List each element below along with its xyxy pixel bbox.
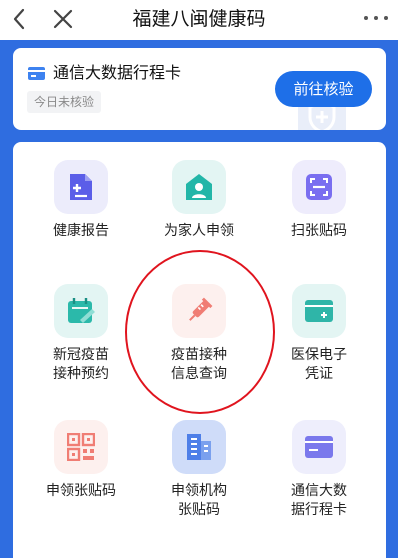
nav-bar: 福建八闽健康码 [0,0,398,40]
highlight-circle-annotation [125,250,275,414]
service-vaccine-appointment[interactable]: 新冠疫苗 接种预约 [21,284,141,384]
health-report-icon [70,174,92,200]
service-health-report[interactable]: 健康报告 [21,160,141,241]
service-label: 申领机构 张贴码 [171,483,227,518]
service-label: 通信大数 据行程卡 [291,483,347,518]
vaccine-appointment-icon [68,298,95,323]
qr-code-icon [67,433,95,461]
service-trip-card[interactable]: 通信大数 据行程卡 [259,420,379,520]
service-label: 新冠疫苗 接种预约 [53,347,109,382]
medical-card-icon [305,300,333,322]
trip-card-icon [305,436,333,458]
service-label: 医保电子 凭证 [291,347,347,382]
more-dot-icon [374,16,378,20]
service-apply-poster-code[interactable]: 申领张贴码 [21,420,141,501]
service-label: 扫张贴码 [291,223,347,239]
trip-card-panel: 通信大数据行程卡 今日未核验 前往核验 [13,48,386,130]
family-apply-icon [186,174,212,200]
close-icon [53,9,73,29]
more-dot-icon [384,16,388,20]
chevron-left-icon [13,8,25,30]
back-button[interactable] [8,4,30,34]
service-medical-insurance[interactable]: 医保电子 凭证 [259,284,379,384]
scan-code-icon [306,174,332,200]
service-label: 申领张贴码 [46,483,116,499]
trip-card-title: 通信大数据行程卡 [53,63,182,82]
service-scan-code[interactable]: 扫张贴码 [259,160,379,241]
close-button[interactable] [50,4,76,34]
more-button[interactable] [364,10,388,26]
verify-button[interactable]: 前往核验 [275,71,372,107]
service-label: 健康报告 [53,223,109,239]
service-institution-poster-code[interactable]: 申领机构 张贴码 [139,420,259,520]
more-dot-icon [364,16,368,20]
card-icon [28,67,45,80]
verify-status: 今日未核验 [27,91,102,113]
page-title: 福建八闽健康码 [132,8,266,30]
service-label: 为家人申领 [164,223,234,239]
building-icon [187,434,211,460]
service-family-apply[interactable]: 为家人申领 [139,160,259,241]
